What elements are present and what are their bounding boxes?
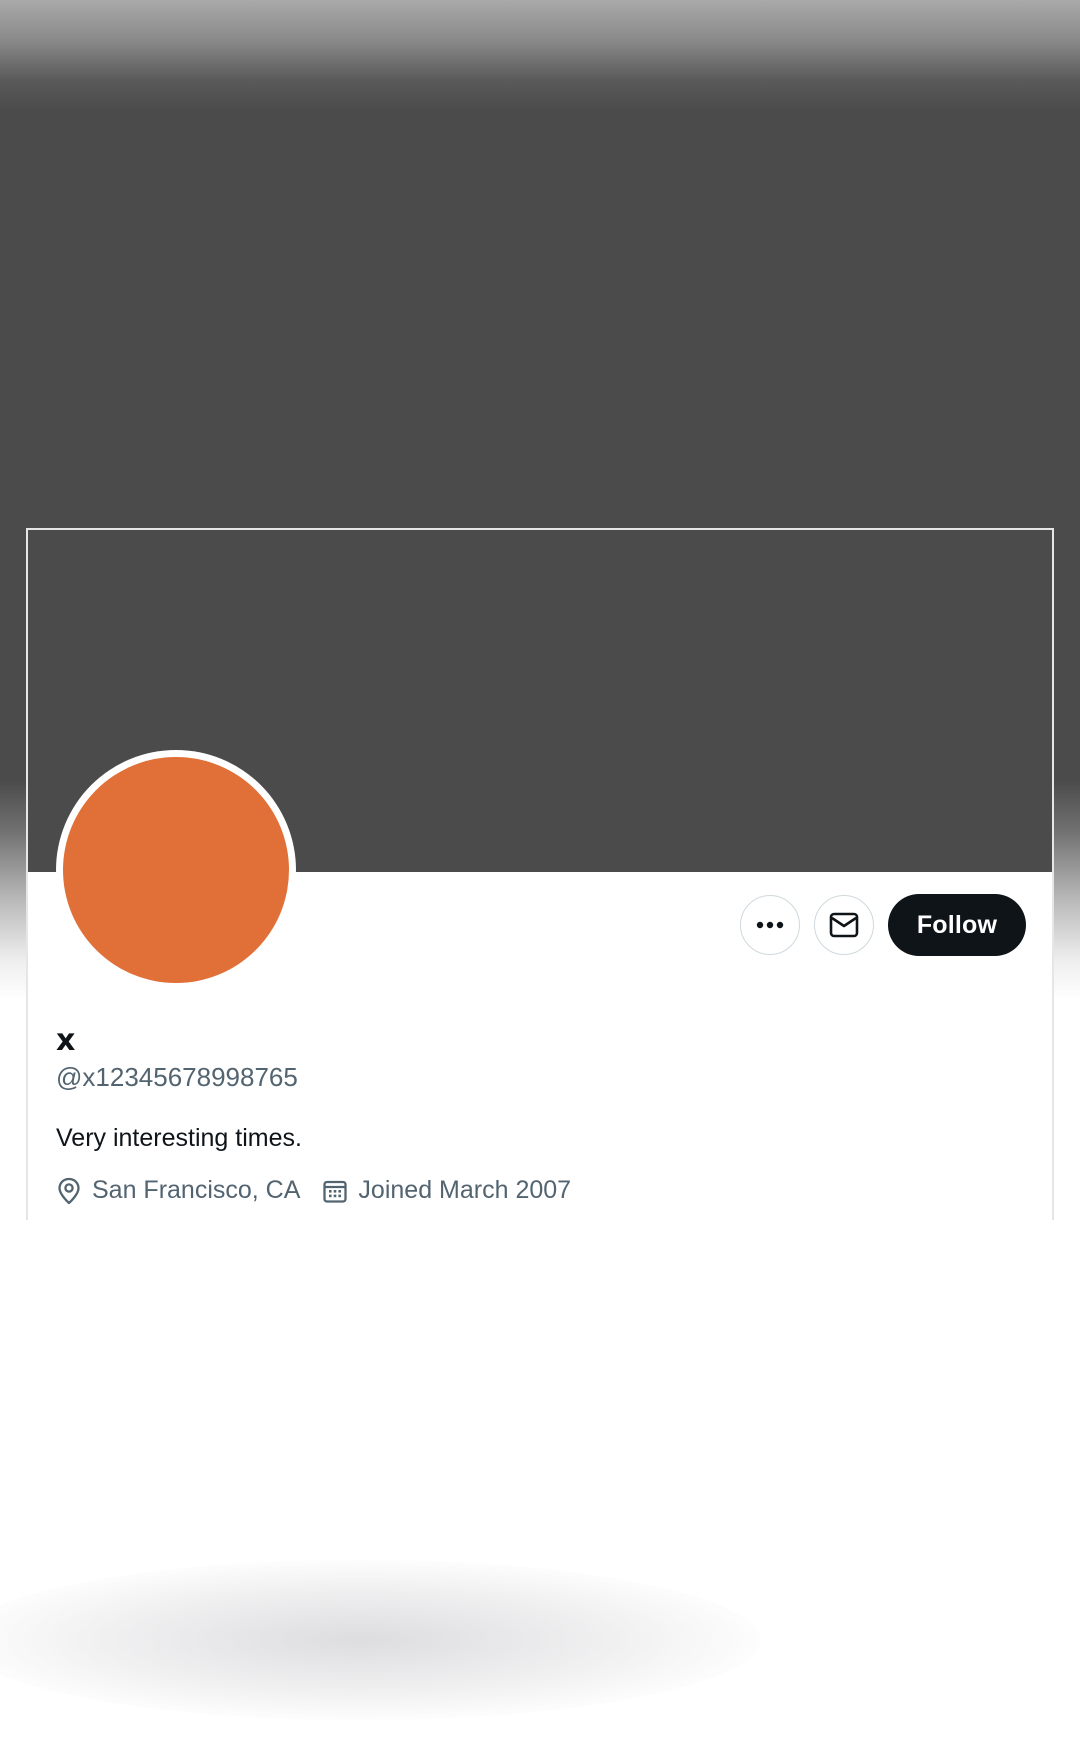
location-text: San Francisco, CA [92,1176,301,1204]
profile-handle[interactable]: @x12345678998765 [56,1062,298,1093]
profile-actions: Follow [740,894,1026,956]
joined-item: Joined March 2007 [322,1176,571,1205]
profile-meta: San Francisco, CA Joined March 2007 [56,1176,593,1205]
profile-name: x [56,1023,76,1058]
message-button[interactable] [814,895,874,955]
profile-bio: Very interesting times. [56,1124,302,1152]
location-item: San Francisco, CA [56,1176,300,1205]
calendar-icon [323,1180,348,1203]
envelope-icon [829,912,859,938]
more-horizontal-icon [756,921,784,929]
profile-card: Follow x @x12345678998765 Very interesti… [26,528,1054,1220]
location-pin-icon [58,1177,80,1204]
follow-button[interactable]: Follow [888,894,1026,956]
avatar-image [63,757,289,983]
joined-text: Joined March 2007 [358,1176,572,1204]
avatar[interactable] [56,750,296,990]
more-options-button[interactable] [740,895,800,955]
